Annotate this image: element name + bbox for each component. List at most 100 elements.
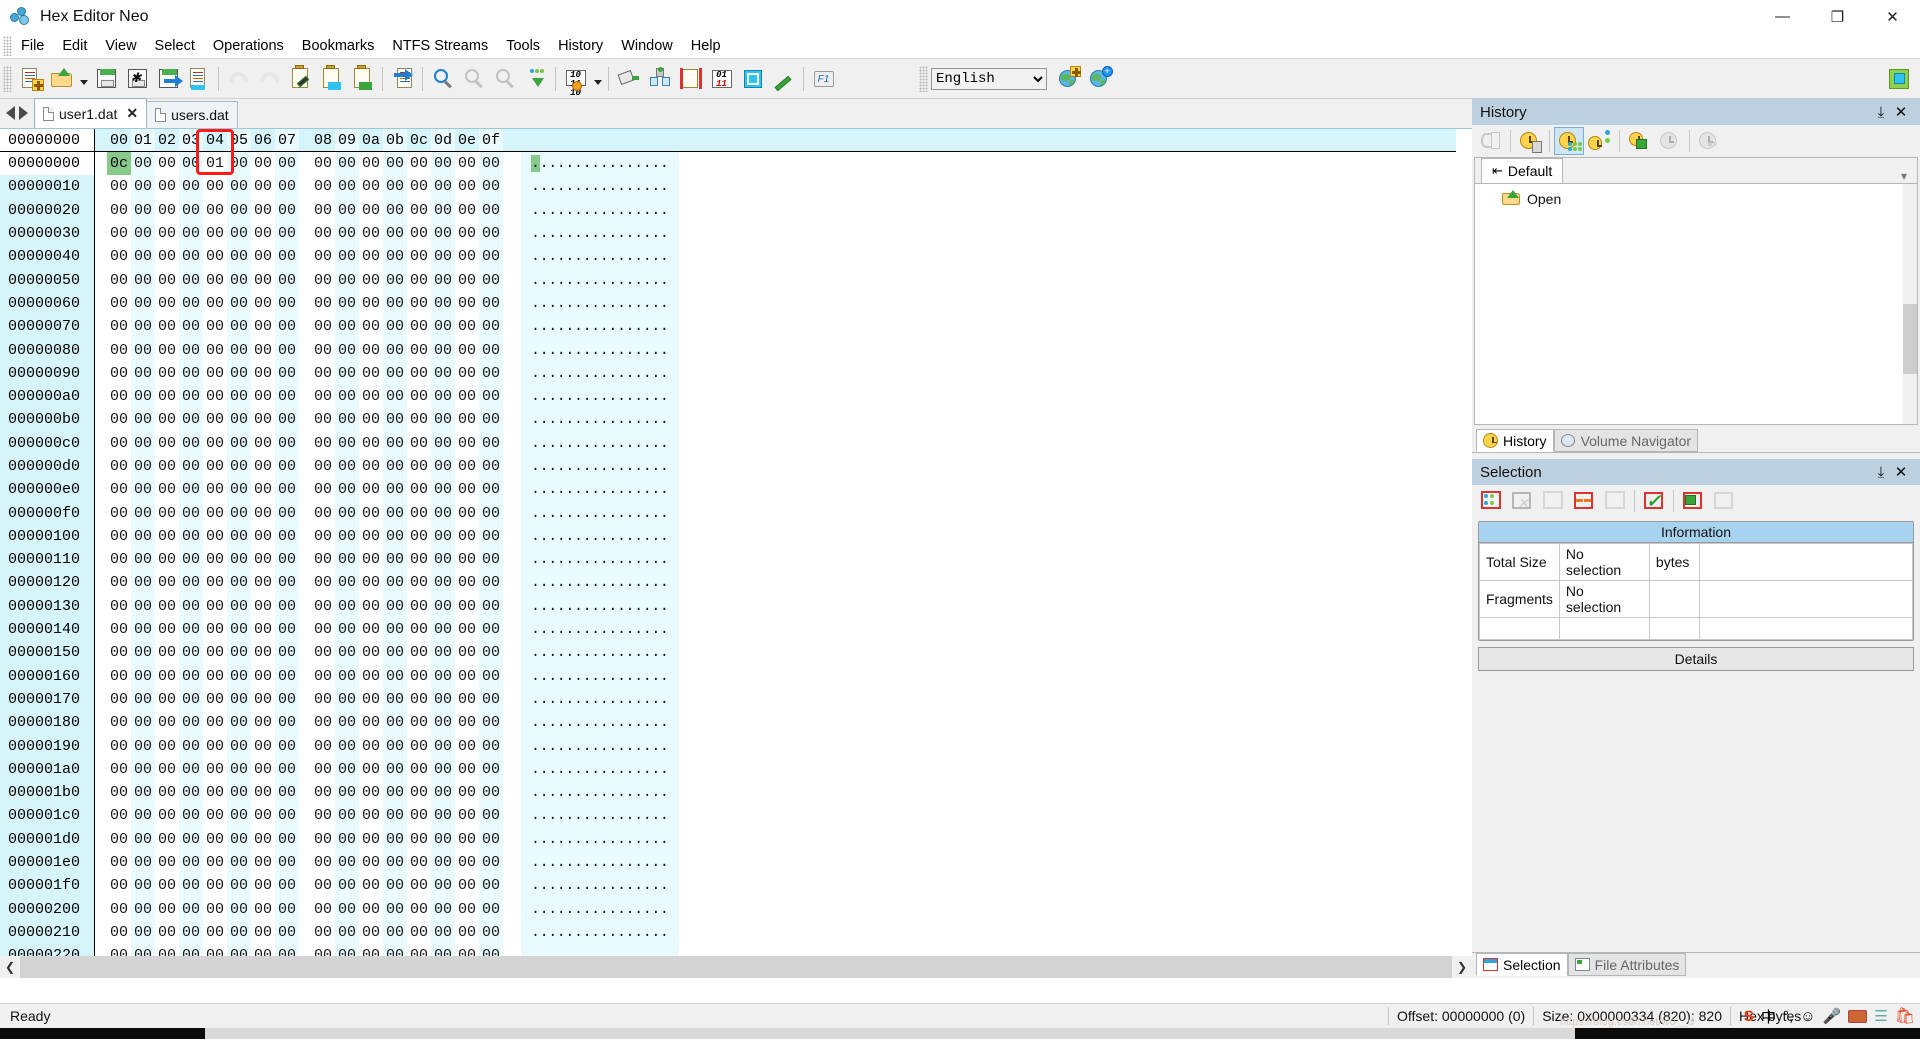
ascii-char[interactable]: .: [660, 365, 669, 382]
ascii-char[interactable]: .: [643, 598, 652, 615]
hex-column-header-0d[interactable]: 0d: [431, 129, 455, 151]
hex-byte-cell[interactable]: 00: [227, 757, 251, 782]
hex-byte-cell[interactable]: 00: [455, 828, 479, 851]
hex-byte-cell[interactable]: 00: [383, 897, 407, 921]
ascii-char[interactable]: .: [583, 621, 592, 638]
hex-byte-cell[interactable]: 00: [179, 175, 203, 199]
ascii-char[interactable]: .: [583, 435, 592, 452]
hex-byte-cell[interactable]: 00: [407, 851, 431, 874]
ascii-char[interactable]: .: [600, 458, 609, 475]
ascii-char[interactable]: .: [617, 831, 626, 848]
hex-byte-cell[interactable]: 00: [131, 827, 155, 851]
hex-byte-cell[interactable]: 00: [107, 455, 131, 478]
ascii-char[interactable]: .: [660, 458, 669, 475]
hex-byte-cell[interactable]: 00: [107, 478, 131, 501]
ascii-char[interactable]: .: [634, 668, 643, 685]
hex-row[interactable]: 000001f0 00 00 00 00 00 00 00 00 00 00 00 00 00 00 00 00…: [0, 874, 1456, 898]
hex-byte-cell[interactable]: 00: [131, 594, 155, 618]
ascii-char[interactable]: .: [660, 178, 669, 195]
hex-byte-cell[interactable]: 00: [179, 268, 203, 292]
ascii-char[interactable]: .: [540, 155, 549, 172]
hex-byte-cell[interactable]: 00: [131, 338, 155, 362]
ascii-char[interactable]: .: [557, 505, 566, 522]
ascii-char[interactable]: .: [540, 668, 549, 685]
ascii-char[interactable]: .: [643, 365, 652, 382]
hex-byte-cell[interactable]: 00: [275, 827, 299, 851]
scroll-right-button[interactable]: ❯: [1452, 956, 1472, 978]
hex-byte-cell[interactable]: 00: [479, 268, 503, 292]
ascii-char[interactable]: .: [583, 318, 592, 335]
hex-byte-cell[interactable]: 00: [251, 781, 275, 804]
ascii-char[interactable]: .: [574, 691, 583, 708]
hex-byte-cell[interactable]: 00: [455, 804, 479, 827]
hex-byte-cell[interactable]: 00: [251, 711, 275, 734]
ascii-char[interactable]: .: [557, 388, 566, 405]
ascii-char[interactable]: .: [540, 365, 549, 382]
ascii-char[interactable]: .: [634, 342, 643, 359]
hex-byte-cell[interactable]: 00: [311, 851, 335, 874]
history-list-item-open[interactable]: Open: [1475, 184, 1917, 208]
history-vertical-scrollbar[interactable]: [1903, 184, 1917, 424]
hex-byte-cell[interactable]: 00: [227, 245, 251, 269]
dock-tab-history[interactable]: History: [1476, 429, 1554, 452]
hex-byte-cell[interactable]: 00: [155, 152, 179, 175]
hex-byte-cell[interactable]: 00: [479, 408, 503, 432]
hex-byte-cell[interactable]: 00: [227, 175, 251, 199]
ascii-char[interactable]: .: [557, 202, 566, 219]
ascii-char[interactable]: .: [591, 691, 600, 708]
hex-byte-cell[interactable]: 00: [479, 711, 503, 735]
hex-byte-cell[interactable]: 00: [407, 432, 431, 455]
ascii-char[interactable]: .: [548, 318, 557, 335]
hex-byte-cell[interactable]: 00: [455, 478, 479, 501]
ascii-char[interactable]: .: [574, 365, 583, 382]
hex-byte-cell[interactable]: 00: [107, 362, 131, 385]
ascii-char[interactable]: .: [643, 901, 652, 918]
hex-byte-cell[interactable]: 00: [455, 338, 479, 361]
ascii-char[interactable]: .: [643, 342, 652, 359]
hex-byte-cell[interactable]: 00: [479, 571, 503, 595]
ascii-column[interactable]: ................: [521, 338, 679, 362]
hex-byte-cell[interactable]: 00: [479, 804, 503, 828]
hex-byte-cell[interactable]: 00: [131, 920, 155, 945]
ascii-char[interactable]: .: [591, 784, 600, 801]
hex-byte-cell[interactable]: 00: [179, 221, 203, 246]
hex-byte-cell[interactable]: 00: [275, 152, 299, 176]
toolbar-grip-handle[interactable]: [3, 65, 12, 92]
ascii-char[interactable]: .: [634, 318, 643, 335]
ascii-char[interactable]: .: [608, 388, 617, 405]
hex-byte-cell[interactable]: 00: [131, 152, 155, 176]
hex-byte-cell[interactable]: 01: [203, 152, 227, 175]
ascii-char[interactable]: .: [634, 202, 643, 219]
hex-byte-cell[interactable]: 00: [311, 548, 335, 571]
ascii-char[interactable]: .: [548, 738, 557, 755]
hex-byte-cell[interactable]: 00: [383, 548, 407, 572]
ascii-char[interactable]: .: [617, 272, 626, 289]
hex-byte-cell[interactable]: 00: [479, 501, 503, 525]
menu-operations[interactable]: Operations: [204, 35, 293, 57]
ascii-char[interactable]: .: [634, 901, 643, 918]
ascii-char[interactable]: .: [540, 225, 549, 242]
ascii-char[interactable]: .: [531, 551, 540, 568]
hex-byte-cell[interactable]: 00: [383, 827, 407, 851]
ascii-char[interactable]: .: [531, 365, 540, 382]
ascii-char[interactable]: .: [557, 528, 566, 545]
ascii-char[interactable]: .: [531, 807, 540, 824]
ascii-char[interactable]: .: [540, 644, 549, 661]
ascii-char[interactable]: .: [591, 714, 600, 731]
hex-byte-cell[interactable]: 00: [407, 804, 431, 827]
ascii-char[interactable]: .: [634, 248, 643, 265]
hex-byte-cell[interactable]: 00: [383, 524, 407, 549]
hex-byte-cell[interactable]: 00: [251, 665, 275, 688]
ascii-char[interactable]: .: [643, 202, 652, 219]
ascii-char[interactable]: .: [557, 854, 566, 871]
ascii-char[interactable]: .: [591, 947, 600, 956]
ascii-char[interactable]: .: [591, 225, 600, 242]
hex-byte-cell[interactable]: 00: [251, 734, 275, 757]
hex-byte-cell[interactable]: 00: [179, 431, 203, 455]
ascii-char[interactable]: .: [574, 202, 583, 219]
hex-row[interactable]: 00000200 00 00 00 00 00 00 00 00 00 00 00 00 00 00 00 00…: [0, 897, 1456, 921]
hex-byte-cell[interactable]: 00: [251, 268, 275, 291]
hex-byte-cell[interactable]: 00: [203, 268, 227, 291]
history-scroll-thumb[interactable]: [1903, 304, 1917, 374]
hex-byte-cell[interactable]: 00: [431, 384, 455, 409]
